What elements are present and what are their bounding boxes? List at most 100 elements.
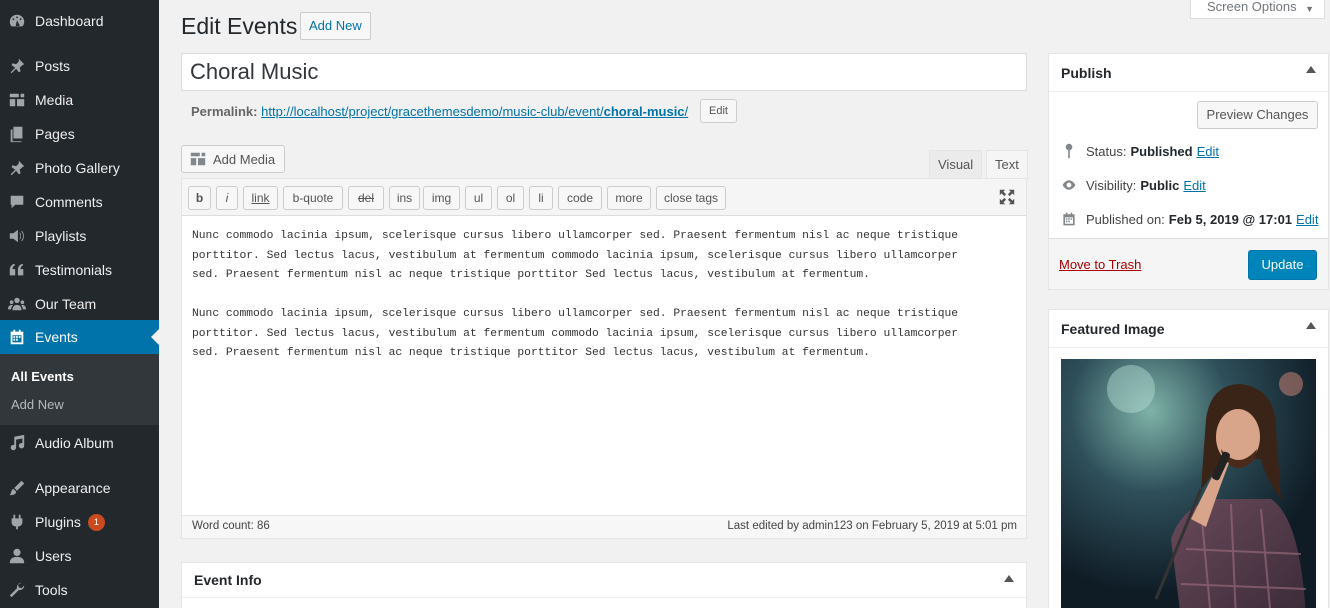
menu-label: Media [35, 92, 74, 108]
quicktags-toolbar: b i link b-quote del ins img ul ol li co… [182, 179, 1026, 216]
menu-label: Users [35, 548, 72, 564]
fullscreen-icon[interactable] [998, 188, 1016, 206]
publish-title-label: Publish [1061, 65, 1112, 81]
pages-icon [7, 124, 27, 144]
word-count: Word count: 86 [192, 520, 270, 532]
music-icon [7, 433, 27, 453]
featured-image-thumbnail[interactable] [1061, 359, 1316, 608]
menu-playlists[interactable]: Playlists [0, 219, 159, 253]
events-submenu: All Events Add New [0, 354, 159, 425]
tab-visual[interactable]: Visual [929, 150, 983, 180]
permalink-trailing: / [684, 104, 689, 119]
collapse-arrow-icon[interactable] [1306, 66, 1316, 73]
publish-actions: Move to Trash Update [1049, 238, 1328, 289]
permalink-base: http://localhost/project/gracethemesdemo… [261, 104, 604, 119]
media-icon [7, 90, 27, 110]
qt-img-button[interactable]: img [423, 186, 460, 210]
comment-icon [7, 192, 27, 212]
admin-sidebar: Dashboard Posts Media Pages Photo Galler… [0, 0, 159, 608]
menu-label: Events [35, 329, 78, 345]
permalink-link[interactable]: http://localhost/project/gracethemesdemo… [261, 104, 688, 119]
menu-comments[interactable]: Comments [0, 185, 159, 219]
publish-box: Publish Preview Changes Status: Publishe… [1048, 53, 1329, 290]
menu-label: Dashboard [35, 13, 104, 29]
calendar-icon [7, 327, 27, 347]
collapse-arrow-icon[interactable] [1306, 322, 1316, 329]
page-title: Edit Events [181, 13, 298, 39]
groups-icon [7, 294, 27, 314]
menu-media[interactable]: Media [0, 83, 159, 117]
menu-posts[interactable]: Posts [0, 49, 159, 83]
add-media-button[interactable]: Add Media [181, 145, 285, 173]
menu-plugins[interactable]: Plugins 1 [0, 505, 159, 539]
wrench-icon [7, 580, 27, 600]
qt-bold-button[interactable]: b [188, 186, 211, 210]
preview-changes-button[interactable]: Preview Changes [1197, 101, 1318, 129]
menu-label: Playlists [35, 228, 87, 244]
menu-tools[interactable]: Tools [0, 573, 159, 607]
qt-link-button[interactable]: link [243, 186, 278, 210]
menu-appearance[interactable]: Appearance [0, 471, 159, 505]
screen-options-button[interactable]: Screen Options ▼ [1190, 0, 1325, 19]
menu-label: Pages [35, 126, 75, 142]
qt-ins-button[interactable]: ins [389, 186, 420, 210]
menu-label: Appearance [35, 480, 111, 496]
featured-image-title-label: Featured Image [1061, 321, 1165, 337]
menu-our-team[interactable]: Our Team [0, 287, 159, 321]
visibility-edit-link[interactable]: Edit [1183, 178, 1205, 193]
menu-events[interactable]: Events [0, 320, 159, 354]
last-edited: Last edited by admin123 on February 5, 2… [727, 520, 1017, 532]
qt-del-button[interactable]: del [348, 186, 384, 210]
qt-li-button[interactable]: li [529, 186, 553, 210]
published-edit-link[interactable]: Edit [1296, 212, 1318, 227]
menu-users[interactable]: Users [0, 539, 159, 573]
qt-italic-button[interactable]: i [216, 186, 238, 210]
editor-content-textarea[interactable]: Nunc commodo lacinia ipsum, scelerisque … [192, 227, 1012, 364]
speaker-icon [7, 226, 27, 246]
published-value: Feb 5, 2019 @ 17:01 [1168, 211, 1293, 227]
event-info-title[interactable]: Event Info [182, 563, 1026, 598]
menu-label: Testimonials [35, 262, 113, 278]
collapse-arrow-icon[interactable] [1004, 575, 1014, 582]
submenu-add-new[interactable]: Add New [11, 397, 64, 412]
permalink: Permalink: http://localhost/project/grac… [191, 104, 688, 119]
permalink-slug: choral-music [603, 104, 685, 119]
user-icon [7, 546, 27, 566]
menu-audio-album[interactable]: Audio Album [0, 426, 159, 460]
qt-close-tags-button[interactable]: close tags [656, 186, 726, 210]
add-new-button[interactable]: Add New [300, 12, 371, 40]
post-title-input[interactable]: Choral Music [181, 53, 1027, 91]
featured-image-title[interactable]: Featured Image [1049, 310, 1328, 348]
qt-bquote-button[interactable]: b-quote [283, 186, 343, 210]
menu-pages[interactable]: Pages [0, 117, 159, 151]
status-edit-link[interactable]: Edit [1197, 144, 1219, 159]
move-to-trash-link[interactable]: Move to Trash [1059, 257, 1141, 272]
menu-photo-gallery[interactable]: Photo Gallery [0, 151, 159, 185]
menu-label: Audio Album [35, 435, 114, 451]
dashboard-icon [7, 11, 27, 31]
quote-icon [7, 260, 27, 280]
status-label: Status: [1086, 143, 1127, 159]
qt-ul-button[interactable]: ul [465, 186, 492, 210]
qt-ol-button[interactable]: ol [497, 186, 524, 210]
permalink-edit-button[interactable]: Edit [700, 99, 737, 123]
submenu-all-events[interactable]: All Events [11, 369, 74, 384]
menu-label: Photo Gallery [35, 160, 120, 176]
status-value: Published [1130, 143, 1193, 159]
publish-title[interactable]: Publish [1049, 54, 1328, 92]
add-media-label: Add Media [213, 151, 276, 167]
pin-icon [7, 158, 27, 178]
calendar-icon [1063, 212, 1075, 226]
permalink-label: Permalink: [191, 104, 258, 119]
pin-marker-icon [1065, 143, 1073, 159]
qt-code-button[interactable]: code [558, 186, 602, 210]
menu-label: Tools [35, 582, 68, 598]
qt-more-button[interactable]: more [607, 186, 651, 210]
menu-dashboard[interactable]: Dashboard [0, 4, 159, 38]
visibility-row: Visibility: Public Edit [1061, 177, 1206, 193]
tab-text[interactable]: Text [986, 150, 1028, 180]
menu-testimonials[interactable]: Testimonials [0, 253, 159, 287]
pin-icon [7, 56, 27, 76]
eye-icon [1062, 180, 1076, 190]
update-button[interactable]: Update [1248, 250, 1317, 280]
